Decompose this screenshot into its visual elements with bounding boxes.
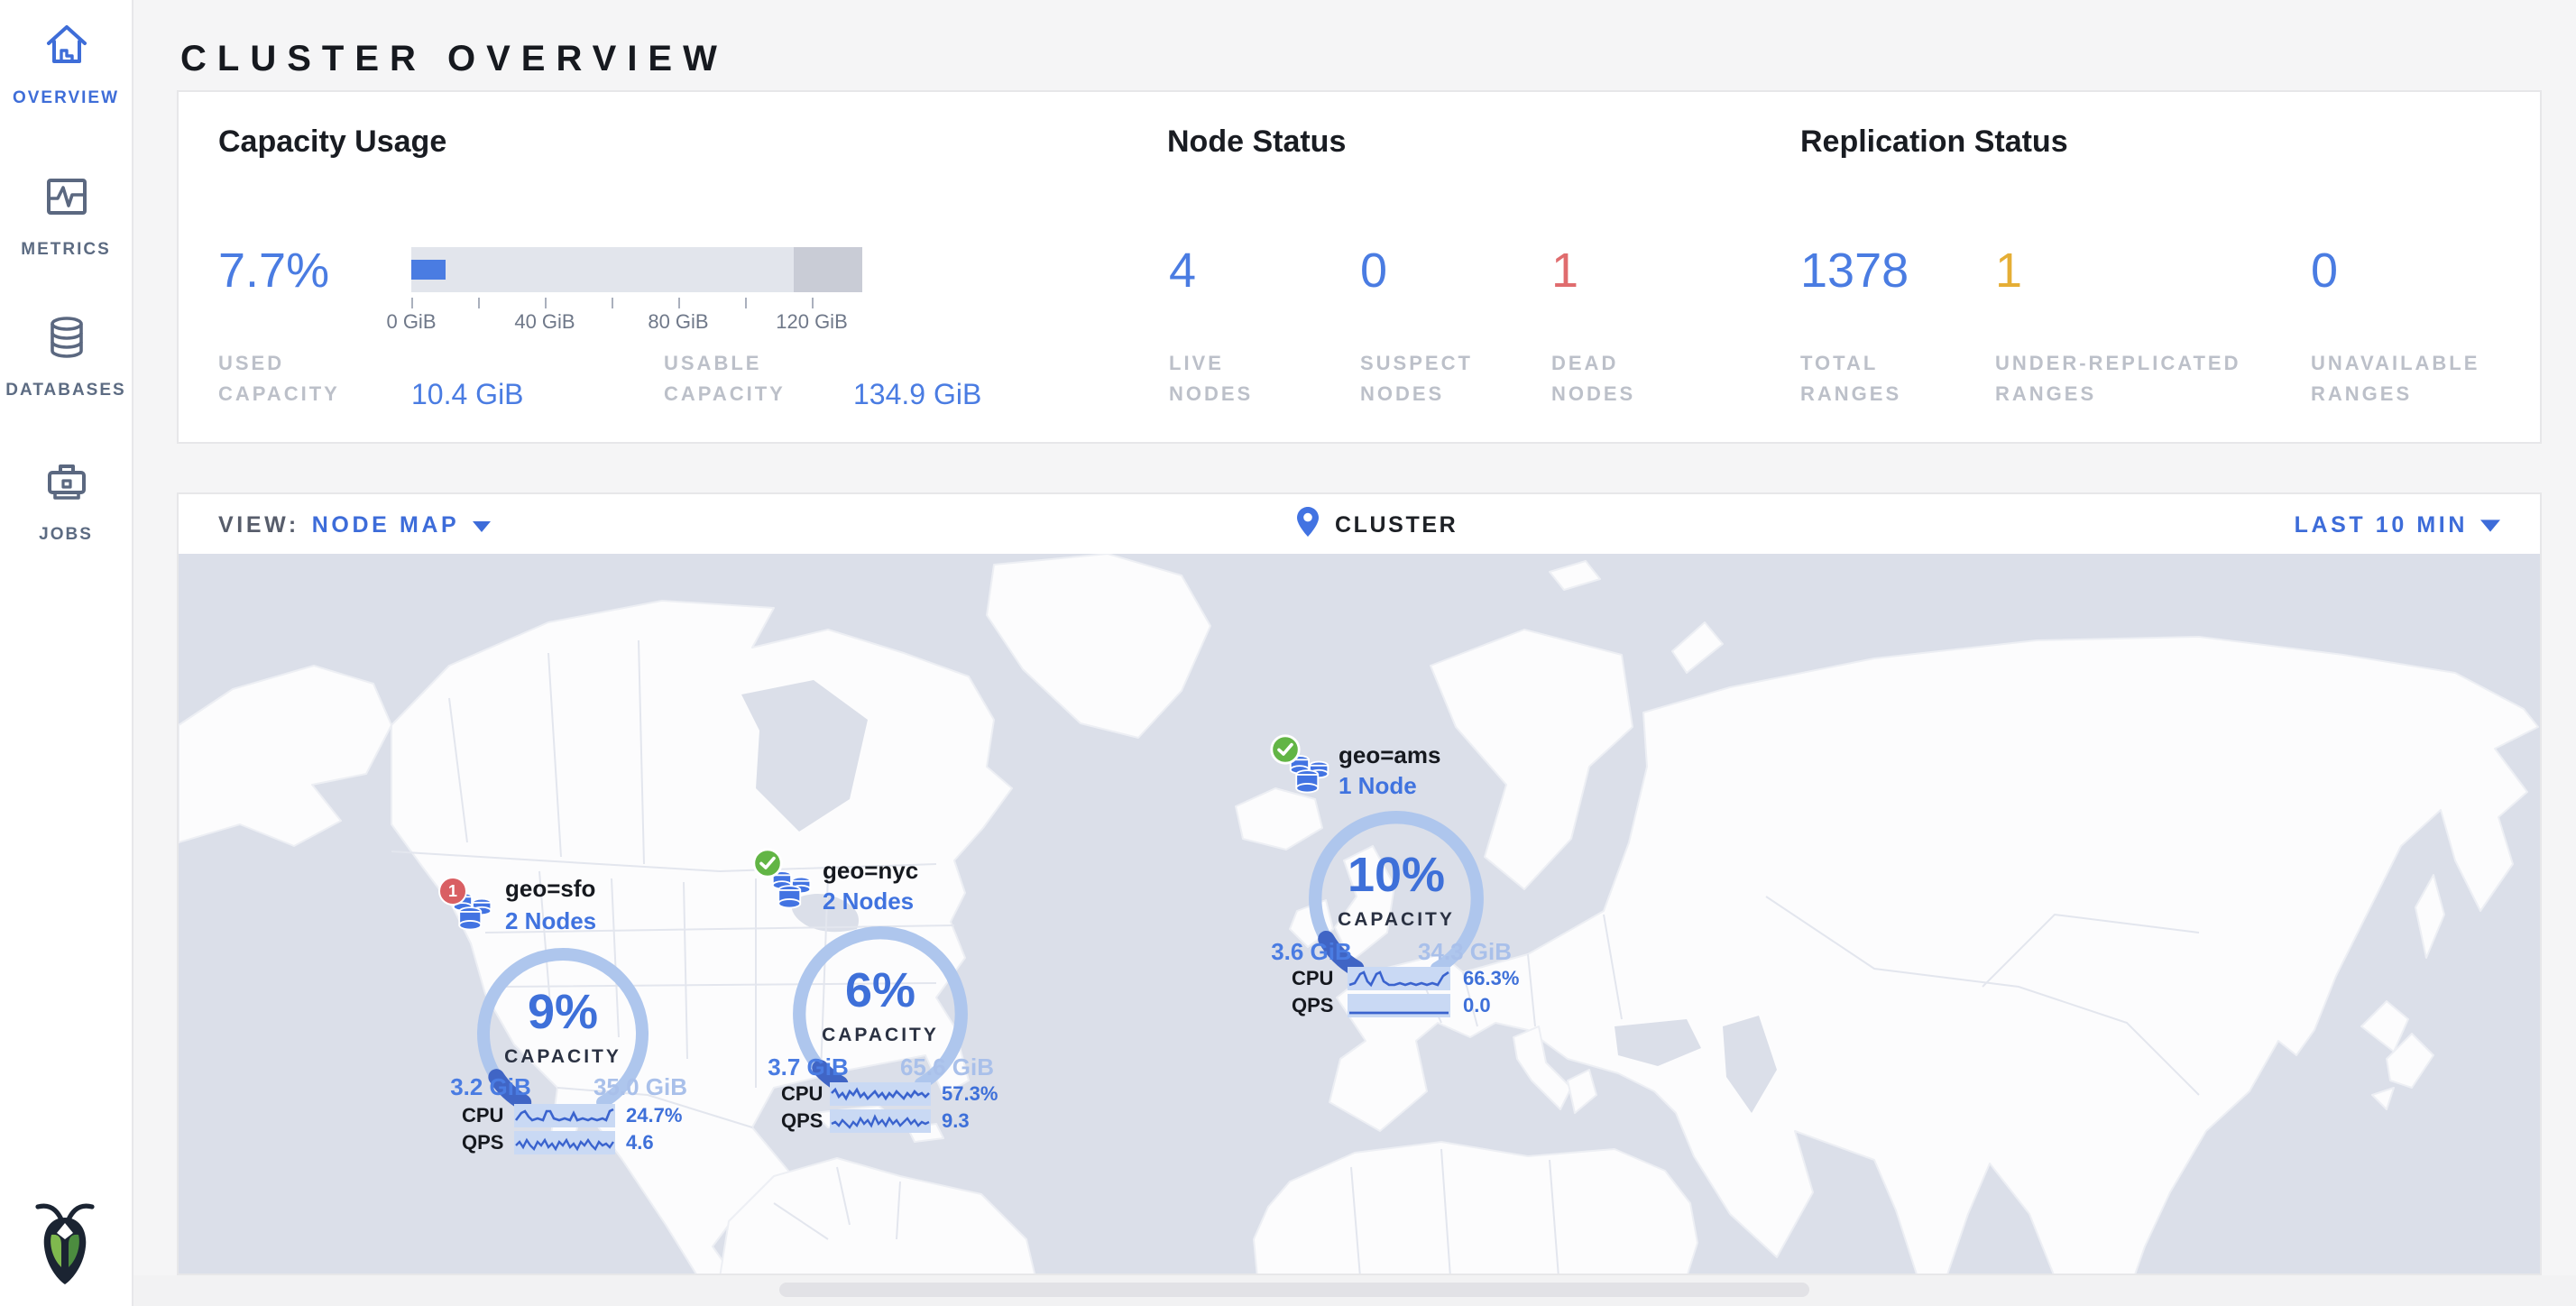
replication-status-title: Replication Status: [1800, 124, 2068, 161]
breadcrumb-cluster[interactable]: CLUSTER: [1335, 511, 1458, 537]
sidebar-item-label: METRICS: [0, 240, 132, 260]
total-capacity-value: 35.0 GiB: [586, 1073, 695, 1100]
briefcase-icon: [42, 458, 89, 505]
view-dropdown[interactable]: NODE MAP: [312, 511, 460, 537]
under-replicated-ranges-count: 1: [1995, 247, 2022, 296]
node-status-title: Node Status: [1167, 124, 1346, 161]
healthy-check-icon: [1270, 734, 1301, 765]
used-capacity-value: 3.6 GiB: [1257, 938, 1366, 965]
sidebar-item-jobs[interactable]: JOBS: [0, 458, 132, 545]
view-label: VIEW:: [218, 511, 299, 537]
suspect-nodes-count: 0: [1360, 247, 1387, 296]
live-nodes-count: 4: [1169, 247, 1196, 296]
sidebar: OVERVIEW METRICS DATABASES: [0, 0, 133, 1306]
usable-capacity-label: USABLECAPACITY: [664, 350, 786, 411]
sidebar-item-overview[interactable]: OVERVIEW: [0, 22, 132, 108]
qps-sparkline: [1348, 994, 1450, 1017]
capacity-percent: 7.7%: [218, 247, 329, 296]
sidebar-item-label: DATABASES: [0, 381, 132, 400]
chevron-down-icon[interactable]: [2480, 511, 2500, 537]
node-map-panel: VIEW: NODE MAP CLUSTER LAST 10 MIN: [177, 492, 2542, 1275]
metrics-icon: [42, 173, 89, 220]
unavailable-ranges-count: 0: [2311, 247, 2338, 296]
used-capacity-value: 3.2 GiB: [437, 1073, 545, 1100]
time-range-dropdown[interactable]: LAST 10 MIN: [2295, 511, 2468, 537]
used-capacity-value: 3.7 GiB: [754, 1053, 862, 1081]
used-capacity-label: USEDCAPACITY: [218, 350, 340, 411]
usable-capacity-value: 134.9 GiB: [853, 381, 981, 413]
horizontal-scrollbar-thumb[interactable]: [779, 1283, 1809, 1297]
world-map[interactable]: 1 geo=sfo 2 Nodes 9%: [179, 554, 2540, 1275]
sidebar-item-metrics[interactable]: METRICS: [0, 173, 132, 260]
sidebar-item-databases[interactable]: DATABASES: [0, 314, 132, 400]
error-badge-icon: 1: [438, 877, 467, 906]
cockroachdb-logo[interactable]: [34, 1201, 96, 1297]
page-title: CLUSTER OVERVIEW: [180, 41, 728, 82]
capacity-bar-reserved-segment: [794, 247, 862, 292]
cpu-sparkline: [514, 1104, 615, 1127]
axis-tick-label: 120 GiB: [767, 312, 857, 334]
cpu-sparkline: [830, 1082, 931, 1106]
axis-tick-label: 80 GiB: [633, 312, 723, 334]
capacity-usage-title: Capacity Usage: [218, 124, 446, 161]
live-nodes-label: LIVENODES: [1169, 350, 1253, 411]
map-toolbar: VIEW: NODE MAP CLUSTER LAST 10 MIN: [179, 494, 2540, 556]
sidebar-item-label: OVERVIEW: [0, 88, 132, 108]
healthy-check-icon: [752, 848, 783, 878]
dead-nodes-count: 1: [1551, 247, 1578, 296]
sidebar-item-label: JOBS: [0, 525, 132, 545]
bottom-scroll-area: [132, 1275, 2576, 1306]
map-pin-icon: [1293, 504, 1322, 544]
qps-sparkline: [830, 1109, 931, 1133]
chevron-down-icon[interactable]: [472, 511, 490, 537]
cluster-overview-page: OVERVIEW METRICS DATABASES: [0, 0, 2576, 1306]
under-replicated-ranges-label: UNDER-REPLICATEDRANGES: [1995, 350, 2241, 411]
total-capacity-value: 65.6 GiB: [893, 1053, 1001, 1081]
dead-nodes-label: DEADNODES: [1551, 350, 1635, 411]
total-ranges-count: 1378: [1800, 247, 1909, 296]
capacity-bar-used-segment: [411, 260, 446, 280]
home-icon: [42, 22, 89, 69]
total-capacity-value: 34.3 GiB: [1411, 938, 1519, 965]
suspect-nodes-label: SUSPECTNODES: [1360, 350, 1473, 411]
capacity-bar: [411, 247, 862, 292]
axis-tick-label: 40 GiB: [500, 312, 590, 334]
cpu-sparkline: [1348, 967, 1450, 990]
cluster-summary-panel: Capacity Usage 7.7% 0 GiB 40 GiB 80 GiB …: [177, 90, 2542, 444]
total-ranges-label: TOTALRANGES: [1800, 350, 1901, 411]
used-capacity-value: 10.4 GiB: [411, 381, 524, 413]
axis-tick-label: 0 GiB: [366, 312, 456, 334]
unavailable-ranges-label: UNAVAILABLERANGES: [2311, 350, 2479, 411]
qps-sparkline: [514, 1131, 615, 1154]
database-icon: [42, 314, 89, 361]
